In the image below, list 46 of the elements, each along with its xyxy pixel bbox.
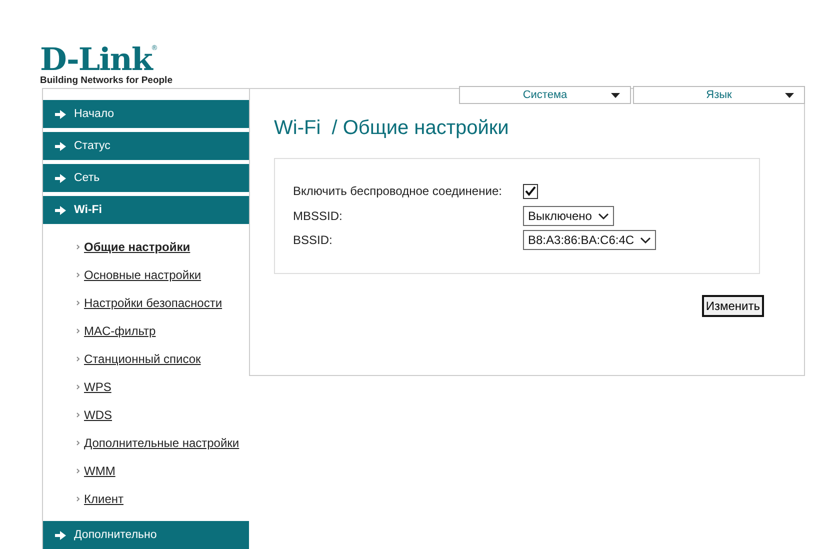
field-label: Включить беспроводное соединение: (293, 184, 503, 198)
chevron-down-icon (598, 212, 609, 220)
arrow-right-icon (55, 206, 66, 214)
arrow-right-icon (55, 142, 66, 150)
chevron-right-icon (76, 272, 80, 278)
chevron-right-icon (76, 496, 80, 502)
field-label: MBSSID: (293, 209, 344, 223)
caret-icon (611, 93, 620, 98)
brand-logo: D-Link (40, 45, 152, 75)
submenu-link[interactable]: Клиент (76, 490, 249, 507)
arrow-right-icon (55, 110, 66, 118)
submenu-link[interactable]: Общие настройки (76, 238, 249, 255)
chevron-right-icon (76, 412, 80, 418)
submenu-link[interactable]: Основные настройки (76, 266, 249, 283)
sidebar-item[interactable]: Статус (43, 132, 249, 160)
checkbox[interactable] (523, 184, 538, 198)
arrow-right-icon (55, 174, 66, 182)
sidebar-item[interactable]: Начало (43, 100, 249, 128)
submenu-link[interactable]: Дополнительные настройки (76, 434, 249, 451)
chevron-right-icon (76, 356, 80, 362)
sidebar-item[interactable]: Wi-Fi (43, 196, 249, 224)
chevron-right-icon (76, 244, 80, 250)
submenu-link[interactable]: MAC-фильтр (76, 322, 249, 339)
sidebar-item[interactable]: Сеть (43, 164, 249, 192)
chevron-right-icon (76, 300, 80, 306)
submenu-link[interactable]: WMM (76, 462, 249, 479)
select-field[interactable]: Выключено (523, 206, 614, 226)
submenu-link[interactable]: WDS (76, 406, 249, 423)
field-label: BSSID: (293, 233, 334, 247)
submenu-link[interactable]: Настройки безопасности (76, 294, 249, 311)
chevron-down-icon (640, 236, 652, 244)
submenu-link[interactable]: WPS (76, 378, 249, 395)
arrow-right-icon (55, 530, 66, 540)
sidebar-item[interactable]: Дополнительно (43, 521, 249, 549)
caret-icon (785, 93, 794, 98)
page-title: Wi-Fi / Общие настройки (274, 117, 510, 140)
chevron-right-icon (76, 468, 80, 474)
submenu-link[interactable]: Станционный список (76, 350, 249, 367)
select-field[interactable]: B8:A3:86:BA:C6:4C (523, 230, 656, 250)
chevron-right-icon (76, 328, 80, 334)
menu-dropdown[interactable]: Язык (633, 86, 805, 104)
apply-button[interactable]: Изменить (702, 295, 764, 317)
menu-dropdown[interactable]: Система (459, 86, 631, 104)
chevron-right-icon (76, 384, 80, 390)
logo-tagline: Building Networks for People (40, 75, 172, 86)
chevron-right-icon (76, 440, 80, 446)
